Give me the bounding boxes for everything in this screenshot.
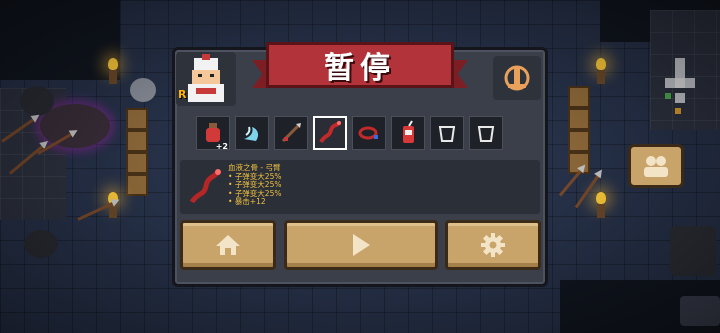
item-slot-selected[interactable]: [313, 116, 347, 150]
red-can-icon: [403, 120, 414, 143]
item-slot[interactable]: [352, 116, 386, 150]
empty-cup-icon: [438, 126, 456, 142]
item-description: 血液之骨 - 弓臂 • 子弹变大25% • 子弹变大25% • 子弹变大25% …: [228, 163, 281, 207]
item-badge: +2: [215, 142, 228, 151]
item-slot[interactable]: [391, 116, 425, 150]
blood-whip-icon: [319, 121, 341, 144]
pause-title: 暂停: [324, 51, 396, 86]
home-icon: [216, 235, 240, 255]
boss-status[interactable]: [493, 56, 541, 100]
red-ring-icon: [358, 126, 378, 140]
item-slot[interactable]: [235, 116, 269, 150]
item-slot[interactable]: +2: [196, 116, 230, 151]
play-icon: [353, 234, 370, 256]
team-icon: [644, 156, 668, 177]
home-button[interactable]: [180, 220, 276, 270]
item-slot[interactable]: [469, 116, 503, 150]
inventory-row: +2: [196, 116, 526, 152]
blood-whip-icon: [189, 169, 221, 204]
character-avatar: R: [176, 52, 236, 106]
title-banner: 暂停: [252, 42, 468, 92]
team-button[interactable]: [628, 144, 684, 188]
spear-icon: [281, 123, 301, 143]
pumpkin-boss-icon: [504, 65, 530, 91]
item-slot[interactable]: [430, 116, 464, 150]
item-effect: • 暴击+12: [228, 197, 266, 207]
wind-wave-icon: [244, 126, 259, 141]
item-slot[interactable]: [274, 116, 308, 150]
empty-cup-icon: [477, 126, 495, 142]
gear-icon: [481, 233, 505, 257]
item-info-panel: 血液之骨 - 弓臂 • 子弹变大25% • 子弹变大25% • 子弹变大25% …: [180, 160, 540, 214]
rank-badge: R: [178, 88, 187, 101]
resume-button[interactable]: [284, 220, 438, 270]
settings-button[interactable]: [445, 220, 541, 270]
